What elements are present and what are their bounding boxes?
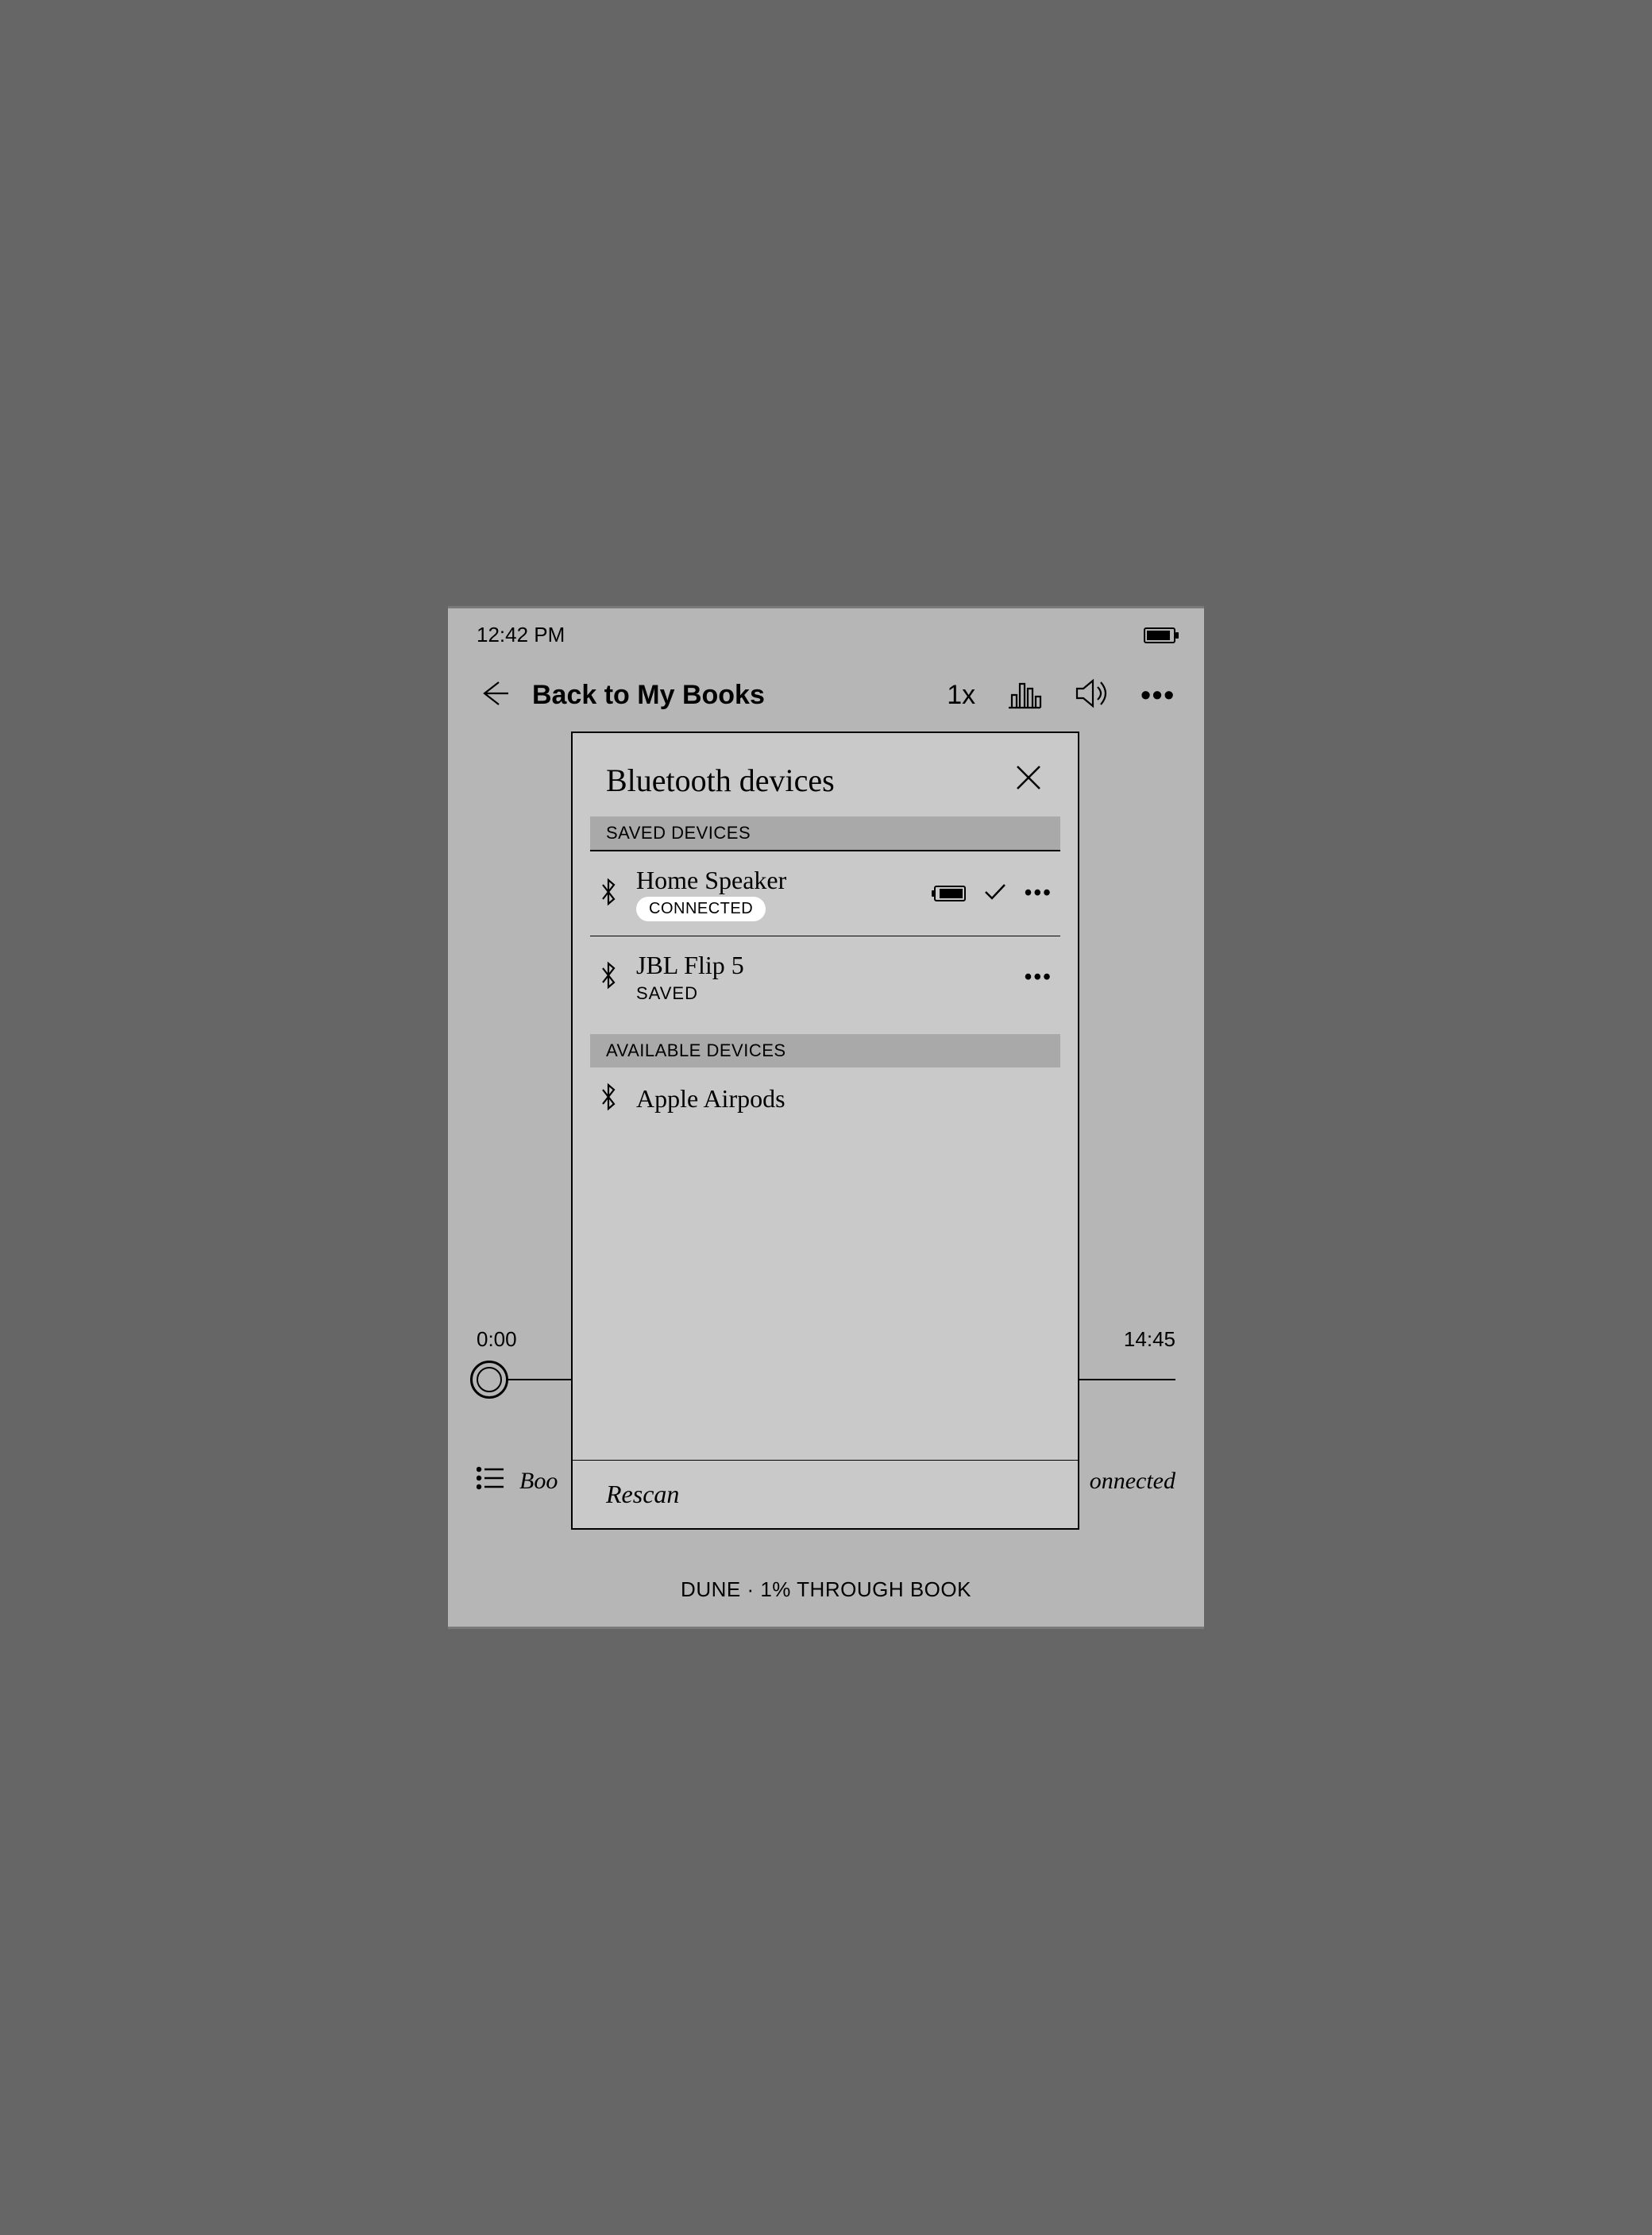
equalizer-icon[interactable] xyxy=(1007,677,1042,713)
battery-icon xyxy=(1144,627,1175,643)
clock: 12:42 PM xyxy=(477,623,565,647)
modal-title: Bluetooth devices xyxy=(606,762,835,799)
device-name: Apple Airpods xyxy=(636,1084,1052,1114)
device-name: Home Speaker xyxy=(636,866,917,895)
nav-right: 1x ••• xyxy=(947,677,1175,713)
back-arrow-icon[interactable] xyxy=(477,677,508,713)
available-device-row[interactable]: Apple Airpods xyxy=(590,1067,1060,1130)
saved-device-row[interactable]: Home Speaker CONNECTED ••• xyxy=(590,851,1060,936)
bluetooth-icon xyxy=(598,960,619,994)
screen: 12:42 PM Back to My Books 1x ••• 0:00 14… xyxy=(448,606,1204,1629)
toc-icon[interactable] xyxy=(477,1466,505,1496)
remaining-time: 14:45 xyxy=(1124,1327,1175,1352)
bluetooth-icon xyxy=(598,1082,619,1116)
saved-device-row[interactable]: JBL Flip 5 SAVED ••• xyxy=(590,936,1060,1018)
connected-check-icon xyxy=(983,882,1007,905)
chapter-label-left: Boo xyxy=(519,1468,558,1495)
device-status: CONNECTED xyxy=(636,897,766,921)
status-bar: 12:42 PM xyxy=(448,623,1204,647)
footer-progress: DUNE · 1% THROUGH BOOK xyxy=(448,1577,1204,1602)
elapsed-time: 0:00 xyxy=(477,1327,517,1352)
seek-thumb[interactable] xyxy=(470,1361,508,1399)
back-label[interactable]: Back to My Books xyxy=(532,680,923,711)
chapter-label-right: onnected xyxy=(1090,1468,1175,1495)
bluetooth-icon xyxy=(598,877,619,911)
saved-devices-header: SAVED DEVICES xyxy=(590,816,1060,851)
device-status: SAVED xyxy=(636,983,1007,1004)
close-button[interactable] xyxy=(1013,762,1044,797)
device-battery-icon xyxy=(934,886,966,901)
volume-icon[interactable] xyxy=(1074,677,1109,713)
available-devices-header: AVAILABLE DEVICES xyxy=(590,1034,1060,1067)
device-name: JBL Flip 5 xyxy=(636,951,1007,980)
rescan-button[interactable]: Rescan xyxy=(606,1480,1044,1509)
bluetooth-modal: Bluetooth devices SAVED DEVICES Home Spe… xyxy=(571,731,1079,1530)
playback-speed[interactable]: 1x xyxy=(947,680,975,711)
top-nav: Back to My Books 1x ••• xyxy=(448,667,1204,723)
